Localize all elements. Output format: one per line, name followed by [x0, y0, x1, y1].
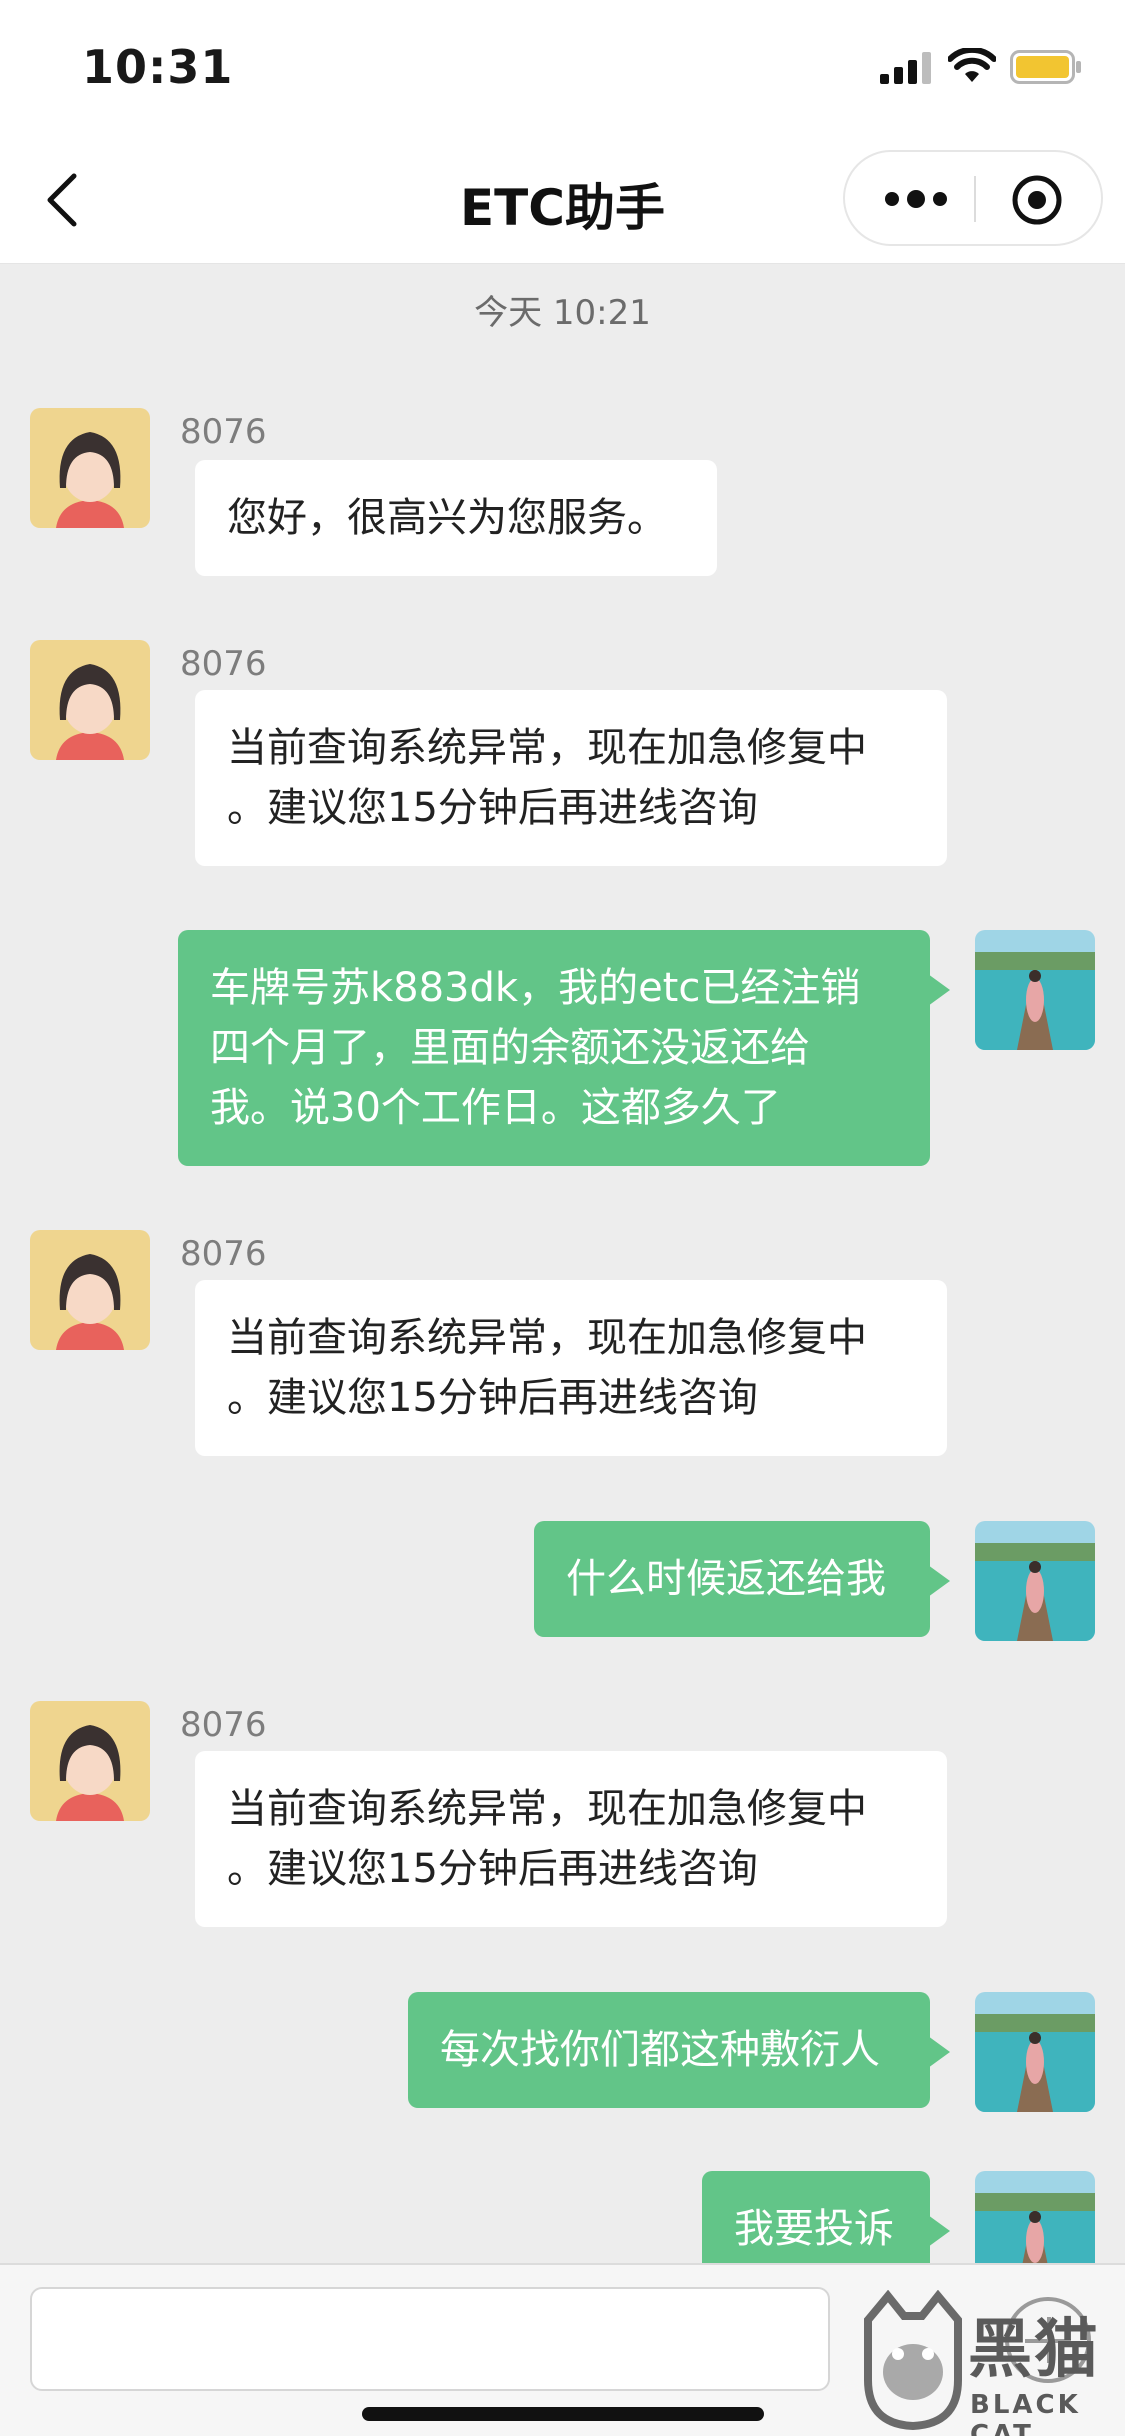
- outgoing-message-bubble[interactable]: 我要投诉: [702, 2171, 950, 2263]
- sender-name: 8076: [180, 412, 267, 452]
- sender-name: 8076: [180, 1705, 267, 1745]
- black-cat-logo-icon: [864, 2290, 962, 2430]
- incoming-message-bubble[interactable]: 当前查询系统异常，现在加急修复中 。建议您15分钟后再进线咨询: [195, 1280, 947, 1456]
- message-line: 我。说30个工作日。这都多久了: [210, 1085, 781, 1131]
- status-bar: 10:31: [0, 0, 1125, 132]
- user-avatar[interactable]: [975, 930, 1095, 1050]
- message-line: 我要投诉: [734, 2206, 894, 2252]
- message-line: 当前查询系统异常，现在加急修复中: [227, 1786, 867, 1832]
- message-line: 。建议您15分钟后再进线咨询: [227, 1846, 758, 1892]
- beach-photo-avatar-icon: [975, 1521, 1095, 1641]
- message-line: 每次找你们都这种敷衍人: [440, 2027, 880, 2073]
- user-avatar[interactable]: [975, 1992, 1095, 2112]
- beach-photo-avatar-icon: [975, 930, 1095, 1050]
- sender-name: 8076: [180, 1234, 267, 1274]
- outgoing-message-bubble[interactable]: 什么时候返还给我: [534, 1521, 950, 1637]
- girl-avatar-icon: [30, 1230, 150, 1350]
- beach-photo-avatar-icon: [975, 1992, 1095, 2112]
- battery-icon: [1010, 50, 1081, 84]
- sender-name: 8076: [180, 644, 267, 684]
- girl-avatar-icon: [30, 1701, 150, 1821]
- message-input[interactable]: [30, 2287, 830, 2391]
- agent-avatar[interactable]: [30, 408, 150, 528]
- wifi-icon: [948, 48, 996, 82]
- cellular-signal-icon: [880, 52, 931, 84]
- message-line: 什么时候返还给我: [566, 1556, 886, 1602]
- more-dots-icon[interactable]: [883, 184, 949, 214]
- status-time: 10:31: [82, 40, 234, 94]
- target-circle-icon[interactable]: [1011, 174, 1063, 226]
- incoming-message-bubble[interactable]: 您好，很高兴为您服务。: [195, 460, 717, 576]
- miniprogram-capsule: [843, 150, 1103, 246]
- chat-timestamp: 今天 10:21: [474, 293, 651, 333]
- incoming-message-bubble[interactable]: 当前查询系统异常，现在加急修复中 。建议您15分钟后再进线咨询: [195, 1751, 947, 1927]
- chat-area[interactable]: 今天 10:21 8076 您好，很高兴为您服务。 8076 当前查询系统异常，…: [0, 265, 1125, 2263]
- message-line: 当前查询系统异常，现在加急修复中: [227, 725, 867, 771]
- user-avatar[interactable]: [975, 2171, 1095, 2263]
- outgoing-message-bubble[interactable]: 每次找你们都这种敷衍人: [408, 1992, 950, 2108]
- message-line: 四个月了，里面的余额还没返还给: [210, 1025, 810, 1071]
- girl-avatar-icon: [30, 408, 150, 528]
- watermark-text-en: BLACK CAT: [970, 2390, 1081, 2436]
- outgoing-message-bubble[interactable]: 车牌号苏k883dk，我的etc已经注销 四个月了，里面的余额还没返还给 我。说…: [178, 930, 950, 1166]
- beach-photo-avatar-icon: [975, 2171, 1095, 2263]
- user-avatar[interactable]: [975, 1521, 1095, 1641]
- girl-avatar-icon: [30, 640, 150, 760]
- home-indicator: [362, 2407, 764, 2421]
- agent-avatar[interactable]: [30, 1701, 150, 1821]
- nav-bar: ETC助手: [0, 132, 1125, 264]
- agent-avatar[interactable]: [30, 1230, 150, 1350]
- watermark-text-cn: 黑猫: [968, 2313, 1100, 2387]
- watermark: 黑猫 BLACK CAT: [850, 2290, 1125, 2436]
- message-line: 车牌号苏k883dk，我的etc已经注销: [210, 965, 861, 1011]
- message-line: 。建议您15分钟后再进线咨询: [227, 785, 758, 831]
- message-line: 当前查询系统异常，现在加急修复中: [227, 1315, 867, 1361]
- agent-avatar[interactable]: [30, 640, 150, 760]
- capsule-divider: [974, 176, 976, 222]
- message-line: 。建议您15分钟后再进线咨询: [227, 1375, 758, 1421]
- message-line: 您好，很高兴为您服务。: [227, 495, 667, 541]
- incoming-message-bubble[interactable]: 当前查询系统异常，现在加急修复中 。建议您15分钟后再进线咨询: [195, 690, 947, 866]
